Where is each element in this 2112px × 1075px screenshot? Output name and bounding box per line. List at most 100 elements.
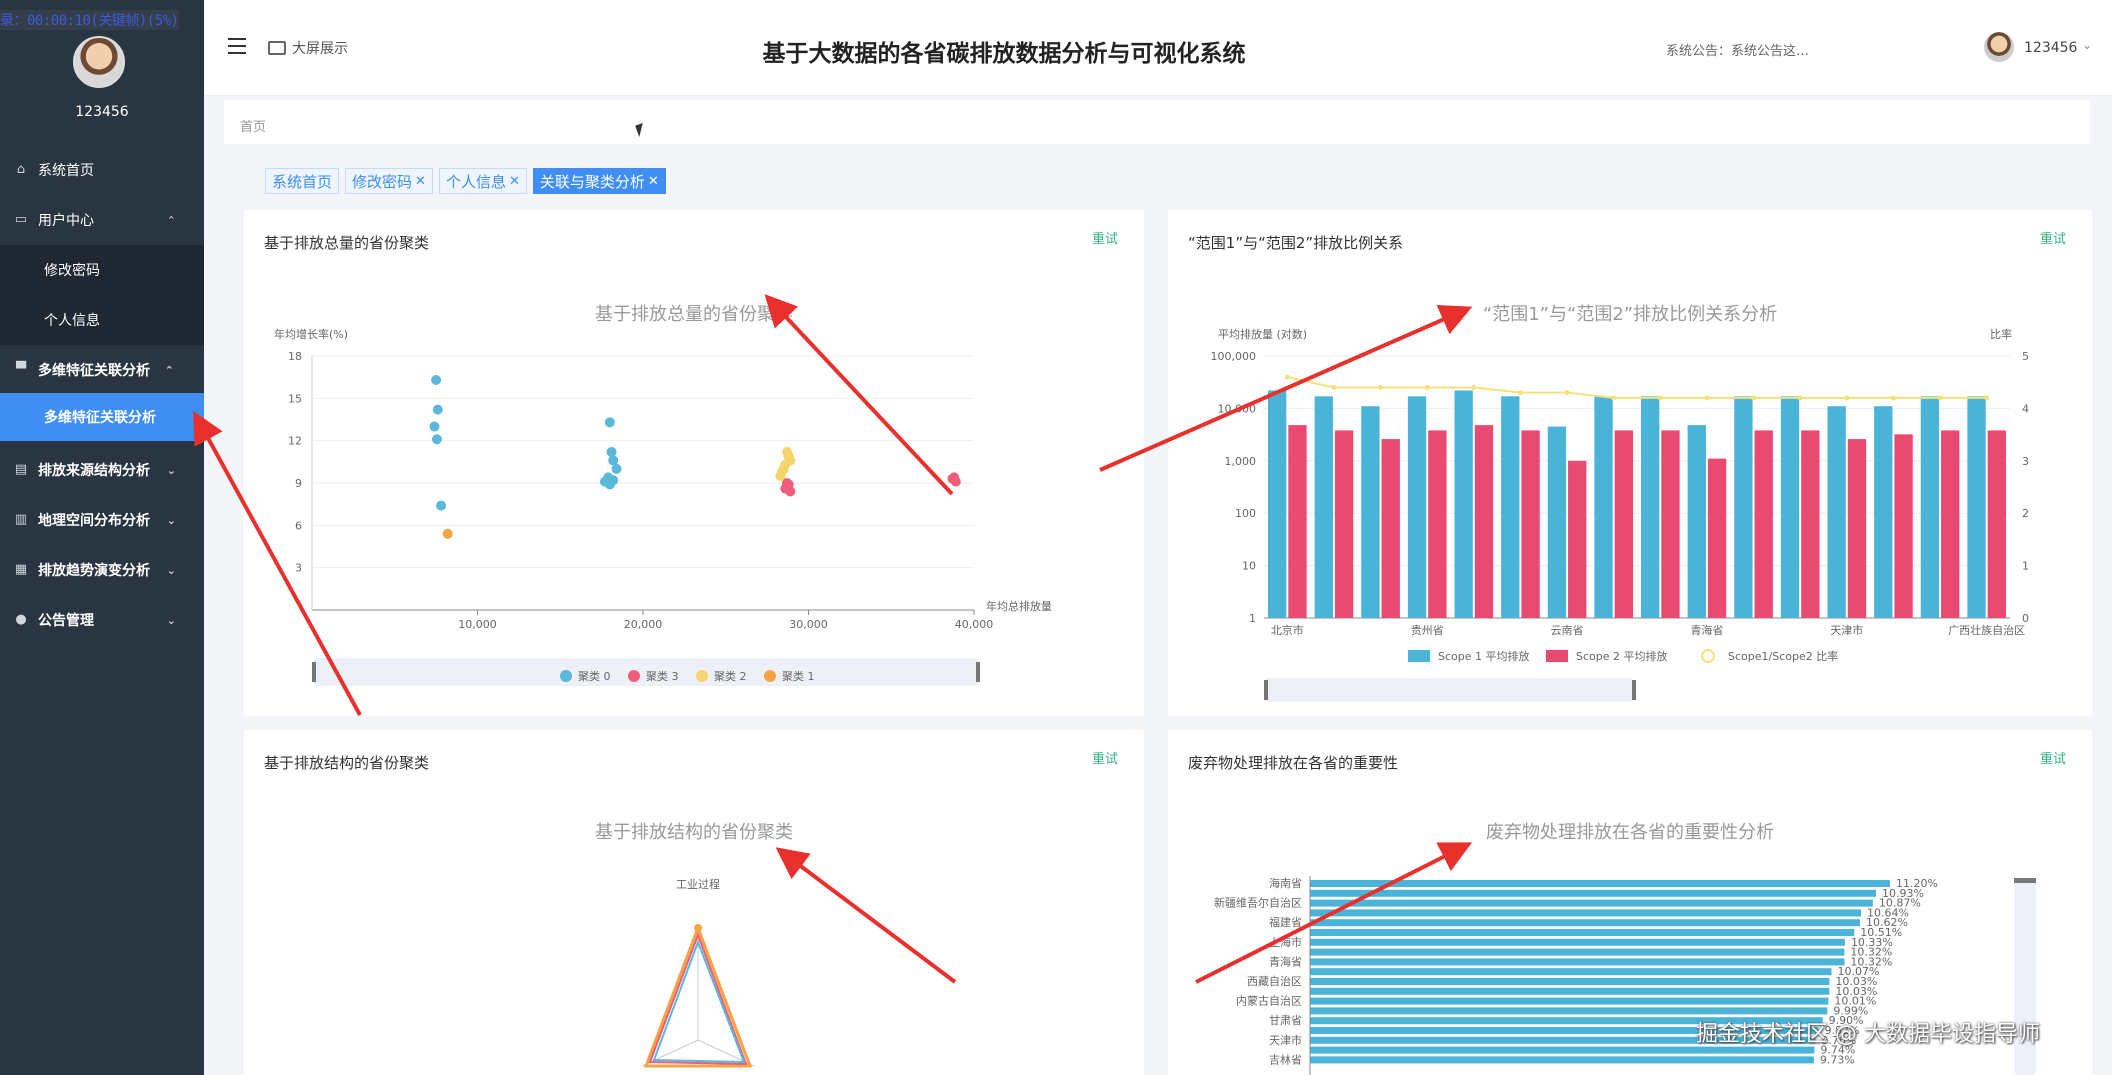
bar-scope1 — [1687, 425, 1706, 618]
sidebar-item-label: 多维特征关联分析 — [38, 363, 150, 379]
sidebar-item-change-password[interactable]: 修改密码 — [0, 245, 204, 295]
bar-scope1 — [1641, 396, 1660, 618]
datazoom-handle — [976, 662, 980, 682]
y-tick-label: 西藏自治区 — [1247, 974, 1302, 988]
bar-scope2 — [1614, 430, 1633, 618]
scatter-point — [785, 486, 796, 497]
y-axis-label: 年均增长率(%) — [274, 327, 348, 341]
breadcrumb-home[interactable]: 首页 — [240, 120, 266, 135]
bar-scope2 — [1381, 439, 1400, 618]
radar-point — [694, 924, 702, 932]
bar-scope1 — [1874, 406, 1893, 618]
y2-tick-label: 3 — [2022, 455, 2029, 468]
sidebar-item-trend[interactable]: ▦ 排放趋势演变分析 ⌄ — [0, 547, 204, 593]
legend-label: Scope 2 平均排放 — [1576, 649, 1668, 663]
y-tick-label: 1,000 — [1225, 455, 1257, 468]
legend-marker — [628, 670, 640, 682]
sidebar-item-label: 排放来源结构分析 — [38, 463, 150, 479]
bar-waste — [1310, 997, 1829, 1005]
avatar[interactable] — [73, 36, 125, 88]
bar-waste — [1310, 889, 1877, 897]
scatter-chart: 年均增长率(%) 3 6 9 12 15 18 10,000 20,000 30,000 40,00… — [274, 327, 1052, 686]
breadcrumb: 首页 — [224, 100, 2090, 144]
line-point — [1424, 384, 1430, 390]
y-tick-label: 6 — [295, 519, 302, 532]
panel-structure-cluster: 基于排放结构的省份聚类 重试 基于排放结构的省份聚类 工业过程 — [244, 730, 1144, 1075]
line-point — [1844, 395, 1850, 401]
line-point — [1890, 395, 1896, 401]
line-point — [1564, 390, 1570, 396]
radar-series — [652, 939, 746, 1064]
sidebar-item-notice[interactable]: ● 公告管理 ⌄ — [0, 597, 204, 643]
chevron-down-icon[interactable]: ⌄ — [2082, 38, 2092, 52]
sidebar-item-multidim[interactable]: ▀ 多维特征关联分析 ⌃ — [0, 347, 204, 393]
bar-scope1 — [1268, 390, 1287, 618]
clipboard-icon: ▤ — [14, 462, 28, 477]
header-avatar[interactable] — [1984, 32, 2014, 62]
y-axis-label: 平均排放量 (对数) — [1218, 327, 1307, 341]
user-card-icon: ▭ — [14, 212, 28, 227]
bar-waste — [1310, 938, 1845, 946]
scatter-point — [431, 374, 442, 385]
bar-scope2 — [1428, 430, 1447, 618]
line-point — [1751, 395, 1757, 401]
bar-waste — [1310, 978, 1830, 985]
scatter-point — [775, 470, 786, 481]
y-tick-label: 100,000 — [1211, 350, 1257, 363]
bar-scope2 — [1334, 430, 1354, 618]
header: 大屏展示 基于大数据的各省碳排放数据分析与可视化系统 系统公告：系统公告这… 1… — [204, 0, 2112, 96]
sidebar-username: 123456 — [75, 104, 129, 120]
tab-label: 个人信息 — [445, 172, 506, 191]
sidebar-item-geo-distribution[interactable]: ▥ 地理空间分布分析 ⌄ — [0, 497, 204, 543]
y-tick-label: 3 — [295, 562, 302, 575]
legend-label: 聚类 0 — [578, 669, 611, 683]
panel-scope-ratio: “范围1”与“范围2”排放比例关系 重试 “范围1”与“范围2”排放比例关系分析… — [1168, 210, 2092, 716]
x-tick-label: 北京市 — [1271, 623, 1304, 637]
bar-waste — [1310, 929, 1855, 936]
chevron-down-icon: ⌄ — [166, 513, 176, 527]
tab-correlation-cluster[interactable]: 关联与聚类分析 ✕ — [532, 168, 666, 194]
y-tick-label: 吉林省 — [1269, 1052, 1302, 1066]
tab-label: 关联与聚类分析 — [539, 172, 645, 191]
y2-tick-label: 5 — [2022, 350, 2029, 363]
sidebar-item-profile[interactable]: 个人信息 — [0, 295, 204, 345]
home-icon: ⌂ — [16, 162, 26, 177]
scatter-point — [604, 417, 615, 428]
close-icon[interactable]: ✕ — [648, 174, 659, 189]
tab-home[interactable]: 系统首页 — [265, 168, 340, 194]
legend-marker — [1408, 650, 1430, 662]
line-point — [1517, 390, 1523, 396]
close-icon[interactable]: ✕ — [509, 174, 520, 189]
y-tick-label: 10 — [1242, 560, 1256, 573]
bar-scope1 — [1780, 396, 1800, 618]
notice-marquee[interactable]: 系统公告：系统公告这… — [1666, 40, 1809, 59]
scatter-point — [608, 475, 619, 486]
scatter-point — [785, 455, 796, 466]
close-icon[interactable]: ✕ — [415, 174, 426, 189]
x-tick-label: 云南省 — [1551, 624, 1584, 637]
y-tick-label: 青海省 — [1269, 954, 1302, 968]
tab-profile[interactable]: 个人信息 ✕ — [438, 168, 527, 194]
legend-marker — [560, 670, 572, 682]
tab-change-password[interactable]: 修改密码 ✕ — [345, 168, 433, 194]
legend-label: Scope 1 平均排放 — [1438, 649, 1530, 663]
sidebar-item-multidim-sub[interactable]: 多维特征关联分析 — [0, 393, 204, 441]
tab-label: 系统首页 — [272, 172, 333, 191]
bar-scope1 — [1594, 396, 1613, 618]
header-username[interactable]: 123456 — [2024, 40, 2077, 56]
bar-scope1 — [1967, 396, 1986, 618]
bar-scope2 — [1568, 460, 1587, 618]
y-tick-label: 甘肃省 — [1269, 1014, 1302, 1027]
sidebar-item-label: 个人信息 — [44, 313, 100, 329]
line-point — [1797, 395, 1803, 401]
sidebar-item-home[interactable]: ⌂ 系统首页 — [0, 147, 204, 193]
sidebar-item-user-center[interactable]: ▭ 用户中心 ⌃ — [0, 197, 204, 243]
legend-marker — [1546, 650, 1568, 662]
recording-indicator: 录：00:00:10(关键帧)(5%) — [0, 10, 179, 30]
y-tick-label: 1 — [1249, 612, 1256, 625]
legend-label: Scope1/Scope2 比率 — [1728, 649, 1838, 663]
scatter-point — [429, 421, 440, 432]
panel-total-cluster: 基于排放总量的省份聚类 重试 基于排放总量的省份聚类 年均增长率(%) 3 6 9 12… — [244, 210, 1144, 716]
line-point — [1611, 395, 1617, 401]
sidebar-item-source-structure[interactable]: ▤ 排放来源结构分析 ⌄ — [0, 447, 204, 493]
